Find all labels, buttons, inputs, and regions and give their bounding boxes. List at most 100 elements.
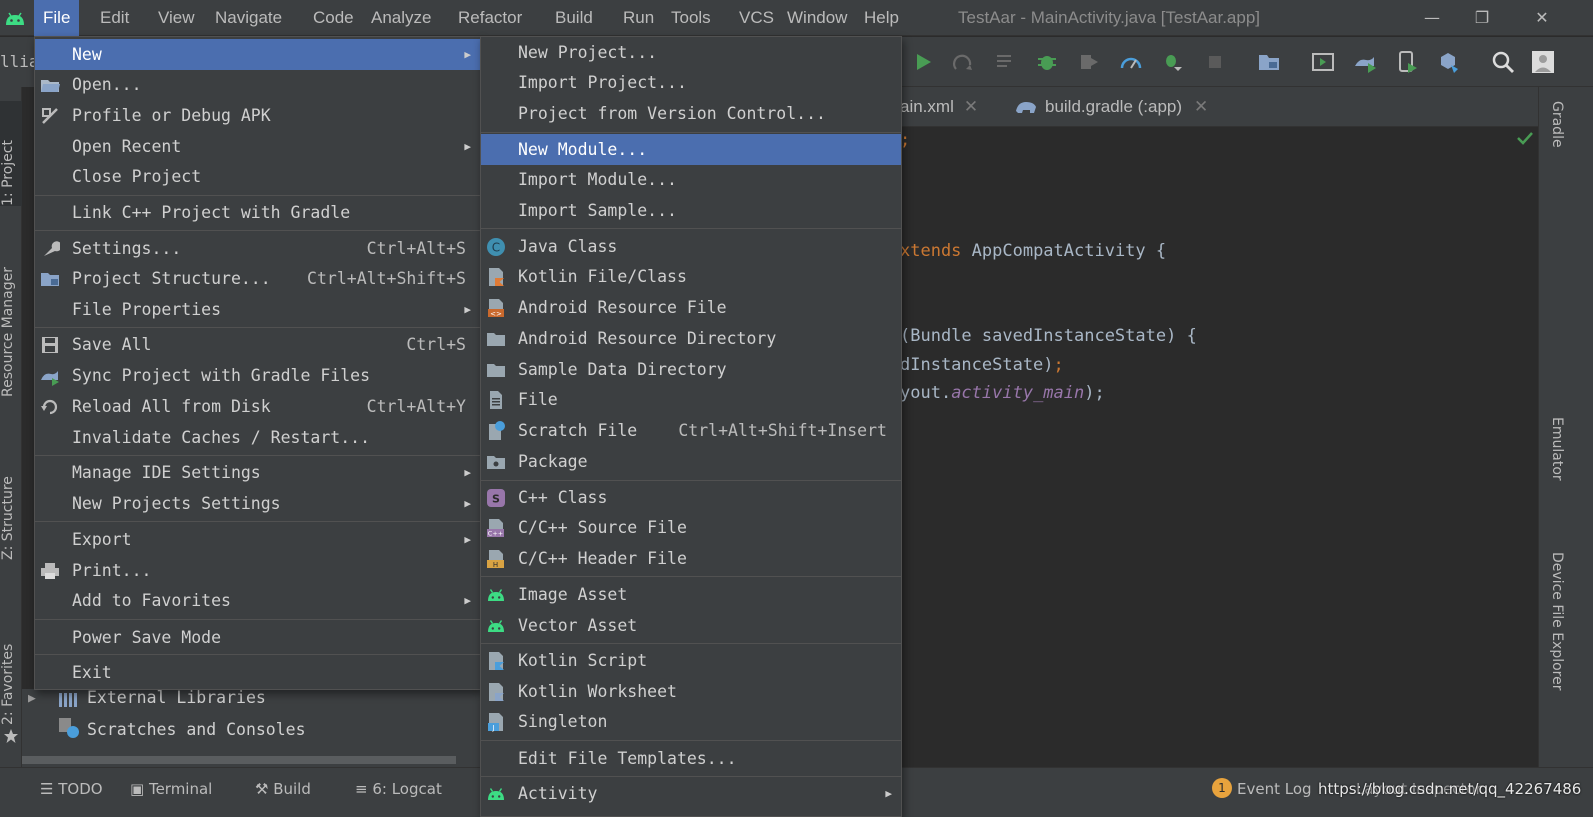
minimize-icon[interactable]: — xyxy=(1408,0,1456,36)
avd-manager-icon[interactable] xyxy=(1394,49,1420,75)
inspection-ok-icon[interactable] xyxy=(1516,130,1534,146)
menu-item-import-project[interactable]: Import Project... xyxy=(481,67,901,98)
attach-process-icon[interactable] xyxy=(1160,49,1186,75)
tab-main-xml[interactable]: ain.xml ✕ xyxy=(900,87,978,127)
menu-item-sync-project-with-gradle-files[interactable]: Sync Project with Gradle Files xyxy=(35,360,480,391)
menu-help[interactable]: Help xyxy=(864,0,899,36)
menu-item-c-c-source-file[interactable]: C++ C/C++ Source File xyxy=(481,512,901,543)
menu-item-save-all[interactable]: Save All Ctrl+S xyxy=(35,329,480,360)
restore-icon[interactable]: ❐ xyxy=(1458,0,1506,36)
menu-item-reload-all-from-disk[interactable]: Reload All from Disk Ctrl+Alt+Y xyxy=(35,391,480,422)
menu-refactor[interactable]: Refactor xyxy=(458,0,522,36)
menu-file[interactable]: File xyxy=(34,0,80,36)
avatar[interactable] xyxy=(1530,49,1556,75)
menu-item-package[interactable]: Package xyxy=(481,446,901,477)
menu-item-exit[interactable]: Exit xyxy=(35,657,480,688)
menu-vcs[interactable]: VCS xyxy=(739,0,774,36)
menu-item-android-resource-directory[interactable]: Android Resource Directory xyxy=(481,323,901,354)
project-structure-toolbar-icon[interactable] xyxy=(1256,49,1282,75)
menu-item-shortcut: Ctrl+Alt+Shift+S xyxy=(307,269,466,288)
tree-external-libraries[interactable]: External Libraries xyxy=(87,687,266,709)
horizontal-scrollbar[interactable] xyxy=(22,756,456,764)
profiler-icon[interactable] xyxy=(1118,49,1144,75)
menu-item-new-projects-settings[interactable]: New Projects Settings ▶ xyxy=(35,488,480,519)
menu-item-print[interactable]: Print... xyxy=(35,555,480,586)
tab-emulator[interactable]: Emulator xyxy=(1549,417,1565,481)
menu-item-java-class[interactable]: C Java Class xyxy=(481,231,901,262)
menu-item-power-save-mode[interactable]: Power Save Mode xyxy=(35,622,480,653)
menu-item-link-c-project-with-gradle[interactable]: Link C++ Project with Gradle xyxy=(35,197,480,228)
menu-item-profile-or-debug-apk[interactable]: Profile or Debug APK xyxy=(35,100,480,131)
menu-item-file-properties[interactable]: File Properties ▶ xyxy=(35,294,480,325)
tab-gradle[interactable]: Gradle xyxy=(1549,101,1565,148)
tab-resource-manager[interactable]: Resource Manager xyxy=(0,247,22,397)
scratches-icon xyxy=(59,718,79,738)
menu-item-kotlin-worksheet[interactable]: Kotlin Worksheet xyxy=(481,676,901,707)
tab-structure[interactable]: Z: Structure xyxy=(0,450,22,560)
resource-manager-toolbar-icon[interactable] xyxy=(1436,49,1462,75)
run-icon[interactable] xyxy=(910,49,936,75)
tab-favorites[interactable]: 2: Favorites xyxy=(0,615,22,725)
menu-window[interactable]: Window xyxy=(787,0,847,36)
apply-code-changes-icon[interactable] xyxy=(992,49,1018,75)
menu-item-export[interactable]: Export ▶ xyxy=(35,524,480,555)
search-icon[interactable] xyxy=(1490,49,1516,75)
sdk-manager-icon[interactable] xyxy=(1310,49,1336,75)
menu-item-settings[interactable]: Settings... Ctrl+Alt+S xyxy=(35,233,480,264)
menu-edit[interactable]: Edit xyxy=(100,0,129,36)
menu-item-new-project[interactable]: New Project... xyxy=(481,37,901,68)
terminal-tool[interactable]: ▣ Terminal xyxy=(130,778,212,800)
menu-item-android-resource-file[interactable]: <> Android Resource File xyxy=(481,292,901,323)
menu-item-close-project[interactable]: Close Project xyxy=(35,161,480,192)
menu-item-open-recent[interactable]: Open Recent ▶ xyxy=(35,131,480,162)
menu-item-activity[interactable]: Activity ▶ xyxy=(481,778,901,809)
menu-item-new[interactable]: New ▶ xyxy=(35,39,480,70)
menu-item-kotlin-script[interactable]: Kotlin Script xyxy=(481,645,901,676)
logcat-tool[interactable]: ≡ 6: Logcat xyxy=(355,778,442,800)
menu-item-import-sample[interactable]: Import Sample... xyxy=(481,195,901,226)
close-tab-icon[interactable]: ✕ xyxy=(964,97,978,116)
stop-icon[interactable] xyxy=(1202,49,1228,75)
apply-changes-icon[interactable] xyxy=(950,49,976,75)
menu-item-vector-asset[interactable]: Vector Asset xyxy=(481,610,901,641)
menu-code[interactable]: Code xyxy=(313,0,354,36)
menu-item-project-structure[interactable]: Project Structure... Ctrl+Alt+Shift+S xyxy=(35,263,480,294)
menu-item-add-to-favorites[interactable]: Add to Favorites ▶ xyxy=(35,585,480,616)
close-tab-icon[interactable]: ✕ xyxy=(1194,97,1208,116)
expand-arrow-icon[interactable]: ▶ xyxy=(28,689,36,709)
menu-item-singleton[interactable]: J Singleton xyxy=(481,706,901,737)
menu-tools[interactable]: Tools xyxy=(671,0,711,36)
tree-scratches-and-consoles[interactable]: Scratches and Consoles xyxy=(87,719,306,741)
menu-item-c-c-header-file[interactable]: H C/C++ Header File xyxy=(481,543,901,574)
gradle-sync-toolbar-icon[interactable] xyxy=(1352,49,1378,75)
code-editor[interactable]: ; xtends AppCompatActivity { (Bundle sav… xyxy=(900,127,1538,767)
menu-run[interactable]: Run xyxy=(623,0,654,36)
menu-item-open[interactable]: Open... xyxy=(35,69,480,100)
menu-item-project-from-version-control[interactable]: Project from Version Control... xyxy=(481,98,901,129)
event-log-tool[interactable]: Event Log xyxy=(1237,778,1312,800)
menu-build[interactable]: Build xyxy=(555,0,593,36)
menu-item-new-module[interactable]: New Module... xyxy=(481,134,901,165)
menu-analyze[interactable]: Analyze xyxy=(371,0,431,36)
menu-item-sample-data-directory[interactable]: Sample Data Directory xyxy=(481,354,901,385)
menu-item-c-class[interactable]: S C++ Class xyxy=(481,482,901,513)
menu-item-scratch-file[interactable]: Scratch File Ctrl+Alt+Shift+Insert xyxy=(481,415,901,446)
debug-icon[interactable] xyxy=(1034,49,1060,75)
build-tool[interactable]: ⚒ Build xyxy=(255,778,311,800)
menu-item-edit-file-templates[interactable]: Edit File Templates... xyxy=(481,743,901,774)
tab-build-gradle[interactable]: build.gradle (:app) ✕ xyxy=(1045,87,1208,127)
tab-project[interactable]: 1: Project xyxy=(0,101,22,206)
submenu-arrow-icon: ▶ xyxy=(464,533,471,546)
menu-navigate[interactable]: Navigate xyxy=(215,0,282,36)
menu-item-import-module[interactable]: Import Module... xyxy=(481,164,901,195)
menu-item-kotlin-file-class[interactable]: Kotlin File/Class xyxy=(481,261,901,292)
tab-device-file-explorer[interactable]: Device File Explorer xyxy=(1549,552,1565,691)
todo-tool[interactable]: ☰ TODO xyxy=(40,778,103,800)
menu-view[interactable]: View xyxy=(158,0,195,36)
menu-item-file[interactable]: File xyxy=(481,384,901,415)
menu-item-manage-ide-settings[interactable]: Manage IDE Settings ▶ xyxy=(35,457,480,488)
close-window-icon[interactable]: ✕ xyxy=(1518,0,1566,36)
menu-item-image-asset[interactable]: Image Asset xyxy=(481,579,901,610)
attach-debugger-icon[interactable] xyxy=(1076,49,1102,75)
menu-item-invalidate-caches-restart[interactable]: Invalidate Caches / Restart... xyxy=(35,422,480,453)
